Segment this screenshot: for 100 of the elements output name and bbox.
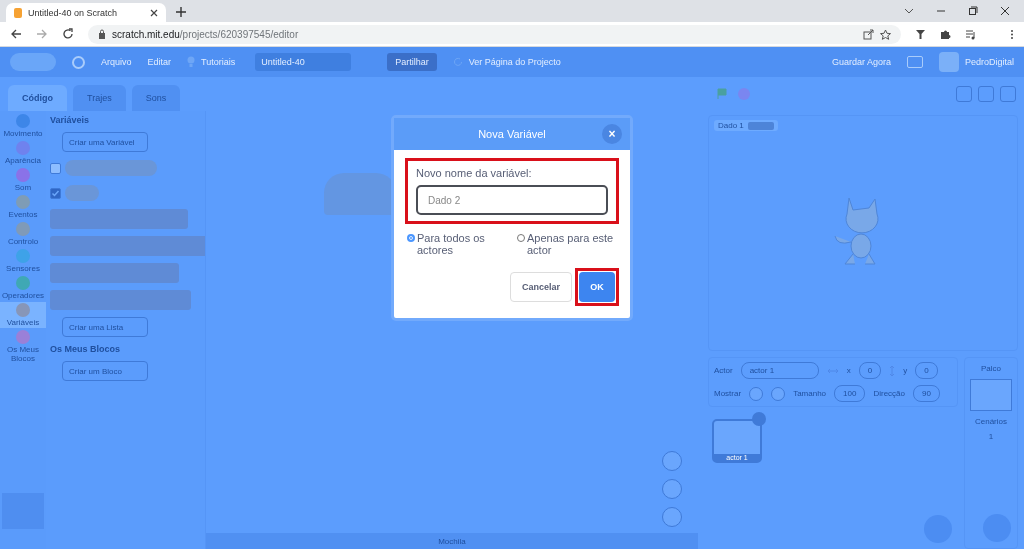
show-icon[interactable] — [749, 386, 764, 401]
backdrop-thumbnail — [970, 379, 1012, 411]
category-label: Operadores — [1, 291, 45, 300]
tab-title: Untitled-40 on Scratch — [28, 7, 119, 18]
field-label: Tamanho — [793, 389, 827, 398]
radio-button[interactable] — [407, 234, 415, 242]
sprite-name-field[interactable]: actor 1 — [740, 362, 819, 379]
close-button[interactable]: × — [602, 124, 622, 144]
category-item[interactable]: Eventos — [0, 194, 46, 220]
share-icon[interactable] — [863, 28, 874, 40]
cancel-button[interactable]: Cancelar — [509, 272, 572, 302]
category-item[interactable]: Variáveis — [0, 302, 46, 328]
zoom-out-button[interactable] — [662, 479, 682, 499]
browser-tab[interactable]: Untitled-40 on Scratch — [6, 3, 166, 22]
zoom-in-button[interactable] — [662, 451, 682, 471]
backdrops-count: 1 — [988, 432, 994, 441]
field-label: Mostrar — [714, 389, 742, 398]
new-tab-icon[interactable] — [176, 7, 186, 17]
editor-tab[interactable]: Sons — [131, 85, 181, 111]
forward-icon[interactable] — [36, 28, 48, 40]
delete-icon[interactable] — [752, 412, 766, 426]
category-label: Som — [14, 183, 32, 192]
stage-layout-icon[interactable] — [956, 86, 972, 102]
category-item[interactable]: Operadores — [0, 275, 46, 301]
flag-icon[interactable] — [716, 88, 728, 100]
field-label: Novo nome da variável: — [416, 167, 533, 179]
stage-layout-icon[interactable] — [978, 86, 994, 102]
close-icon[interactable] — [150, 8, 158, 17]
field-label: x — [846, 366, 851, 375]
make-variable-button[interactable]: Criar uma Variável — [62, 132, 148, 152]
logo-icon[interactable] — [10, 53, 56, 71]
checkbox[interactable] — [50, 162, 61, 174]
restore-icon[interactable] — [968, 6, 978, 16]
category-label: Controlo — [7, 237, 39, 246]
radio-label: Para todos os actores — [417, 232, 486, 256]
variable-name-field[interactable]: Dado 2 — [416, 185, 608, 215]
backdrops-label: Cenários — [975, 417, 1007, 426]
ok-button[interactable]: OK — [579, 272, 615, 302]
menu-item[interactable]: Tutoriais — [201, 57, 236, 67]
project-title-field[interactable]: Untitled-40 — [255, 53, 352, 71]
menu-icon[interactable] — [1010, 28, 1014, 40]
menu-item[interactable]: Editar — [147, 57, 172, 67]
category-label: Eventos — [8, 210, 38, 219]
fullscreen-icon[interactable] — [1000, 86, 1016, 102]
chevron-icon[interactable] — [904, 6, 914, 16]
media-icon[interactable] — [965, 28, 976, 40]
share-button[interactable]: Partilhar — [387, 53, 437, 71]
category-label: Variáveis — [6, 318, 40, 327]
star-icon[interactable] — [880, 28, 891, 40]
project-page-link[interactable]: Ver Página do Projecto — [468, 57, 561, 67]
editor-tab[interactable]: Código — [8, 85, 67, 111]
field-label: y — [903, 366, 908, 375]
dialog-title: Nova Variável — [478, 128, 546, 140]
category-label: Sensores — [6, 264, 40, 273]
close-icon[interactable] — [1000, 6, 1010, 16]
field-label: Direcção — [873, 389, 905, 398]
make-list-button[interactable]: Criar uma Lista — [62, 317, 148, 337]
address-bar[interactable]: scratch.mit.edu/projects/620397545/editor — [88, 24, 901, 44]
backpack-bar[interactable]: Mochila — [206, 533, 698, 549]
hide-icon[interactable] — [771, 386, 786, 401]
reload-icon[interactable] — [62, 28, 74, 40]
category-item[interactable]: Sensores — [0, 248, 46, 274]
puzzle-icon[interactable] — [940, 28, 951, 40]
category-item[interactable]: Movimento — [0, 113, 46, 139]
back-icon[interactable] — [10, 28, 22, 40]
monitor-label: Dado 1 — [718, 121, 744, 130]
favicon-icon — [14, 7, 22, 18]
avatar-icon[interactable] — [938, 52, 959, 72]
palette-heading: Os Meus Blocos — [50, 344, 122, 354]
category-item[interactable]: Controlo — [0, 221, 46, 247]
category-label: Aparência — [5, 156, 41, 165]
make-block-button[interactable]: Criar um Bloco — [62, 361, 148, 381]
variable-block[interactable] — [65, 160, 157, 176]
variable-block[interactable] — [65, 185, 99, 201]
globe-icon[interactable] — [72, 55, 85, 69]
check-icon — [51, 188, 60, 198]
size-field[interactable]: 100 — [834, 385, 866, 402]
category-label: Movimento — [3, 129, 43, 138]
checkbox[interactable] — [50, 187, 61, 199]
stop-icon[interactable] — [738, 88, 750, 100]
radio-label: Apenas para este actor — [527, 232, 615, 256]
menu-item[interactable]: Arquivo — [101, 57, 132, 67]
category-label: Os Meus Blocos — [6, 345, 40, 363]
x-field[interactable]: 0 — [858, 362, 882, 379]
reset-zoom-button[interactable] — [662, 507, 682, 527]
url-text[interactable]: scratch.mit.edu/projects/620397545/editor — [112, 28, 299, 40]
extension-icon[interactable] — [915, 28, 926, 40]
folder-icon[interactable] — [906, 56, 923, 68]
refresh-icon[interactable] — [452, 57, 463, 67]
direction-field[interactable]: 90 — [913, 385, 940, 402]
save-now-link[interactable]: Guardar Agora — [831, 57, 891, 67]
lock-icon — [98, 29, 106, 39]
category-item[interactable]: Os Meus Blocos — [0, 329, 46, 364]
field-label: Actor — [714, 366, 733, 375]
bulb-icon[interactable] — [187, 56, 196, 68]
monitor-value — [747, 121, 774, 130]
editor-tab[interactable]: Trajes — [73, 85, 126, 111]
category-item[interactable]: Som — [0, 167, 46, 193]
category-item[interactable]: Aparência — [0, 140, 46, 166]
username[interactable]: PedroDigital — [964, 57, 1014, 67]
